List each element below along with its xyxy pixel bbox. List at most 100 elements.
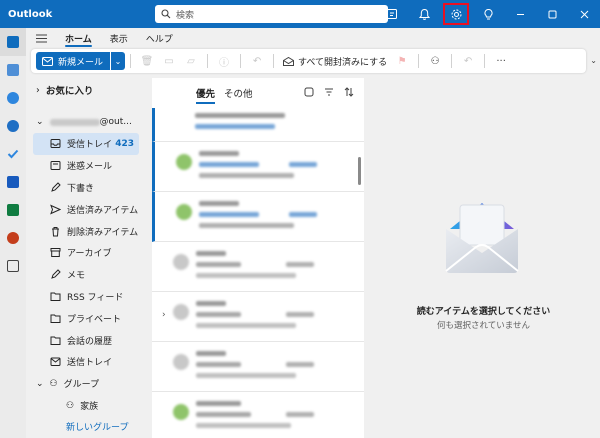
folder-private[interactable]: プライベート bbox=[26, 307, 149, 329]
divider bbox=[418, 54, 420, 68]
list-item[interactable] bbox=[152, 242, 364, 292]
divider bbox=[484, 54, 486, 68]
new-mail-label: 新規メール bbox=[58, 57, 104, 68]
scrollbar[interactable] bbox=[358, 157, 361, 185]
maximize-button[interactable] bbox=[536, 0, 568, 28]
notifications-button[interactable] bbox=[408, 0, 440, 28]
new-mail-dropdown[interactable]: ⌄ bbox=[111, 52, 126, 70]
folder-label: 送信済みアイテム bbox=[67, 205, 139, 216]
report-button[interactable]: ⓘ bbox=[213, 52, 235, 70]
word-icon bbox=[7, 176, 19, 188]
settings-button[interactable] bbox=[440, 0, 472, 28]
flag-button[interactable]: ⚑ bbox=[391, 52, 413, 70]
trash-icon: 🗑 bbox=[140, 55, 154, 67]
rail-calendar[interactable] bbox=[0, 56, 26, 84]
rail-groups[interactable] bbox=[0, 112, 26, 140]
bell-icon bbox=[418, 8, 430, 20]
new-group-link[interactable]: 新しいグループ bbox=[26, 417, 149, 437]
note-button[interactable] bbox=[376, 0, 408, 28]
minimize-button[interactable] bbox=[504, 0, 536, 28]
powerpoint-icon bbox=[7, 232, 19, 244]
ribbon-tabs: ホーム 表示 ヘルプ bbox=[26, 28, 600, 48]
chevron-down-icon[interactable]: ⌄ bbox=[590, 56, 597, 65]
folder-sent[interactable]: 送信済みアイテム bbox=[26, 198, 149, 220]
close-button[interactable] bbox=[568, 0, 600, 28]
tab-focused[interactable]: 優先 bbox=[196, 86, 216, 104]
folder-inbox[interactable]: 受信トレイ 423 bbox=[33, 133, 139, 155]
tab-home[interactable]: ホーム bbox=[56, 28, 101, 48]
app-title: Outlook bbox=[8, 8, 53, 20]
todo-icon bbox=[7, 149, 19, 159]
search-placeholder: 検索 bbox=[176, 10, 195, 21]
move-button[interactable]: ▱ bbox=[180, 52, 202, 70]
favorites-header[interactable]: › お気に入り bbox=[26, 78, 149, 102]
folder-junk[interactable]: 迷惑メール bbox=[26, 155, 149, 177]
reading-pane: 読むアイテムを選択してください 何も選択されていません bbox=[367, 78, 600, 438]
new-mail-button[interactable]: 新規メール bbox=[36, 52, 111, 70]
group-item[interactable]: ⚇ 家族 bbox=[26, 395, 149, 417]
people-button[interactable]: ⚇ bbox=[424, 52, 446, 70]
chevron-right-icon[interactable]: › bbox=[162, 310, 166, 320]
hamburger-icon bbox=[35, 34, 47, 42]
more-button[interactable]: ··· bbox=[490, 52, 512, 70]
account-header[interactable]: ⌄ @out... bbox=[26, 111, 149, 133]
people-icon: ⚇ bbox=[66, 400, 75, 411]
account-label: @out... bbox=[99, 117, 132, 127]
groups-header[interactable]: ⌄ ⚇ グループ bbox=[26, 373, 149, 395]
trash-icon bbox=[52, 226, 59, 237]
flag-icon: ⚑ bbox=[397, 55, 407, 67]
menu-button[interactable] bbox=[26, 28, 56, 48]
more-icon: ··· bbox=[496, 55, 506, 67]
folder-drafts[interactable]: 下書き bbox=[26, 177, 149, 199]
note-icon bbox=[386, 8, 397, 19]
reading-pane-title: 読むアイテムを選択してください bbox=[416, 307, 551, 317]
folder-icon bbox=[50, 314, 61, 323]
rail-powerpoint[interactable] bbox=[0, 224, 26, 252]
rail-word[interactable] bbox=[0, 168, 26, 196]
search-box[interactable]: 検索 bbox=[155, 5, 388, 23]
inbox-icon bbox=[50, 139, 61, 149]
reply-icon: ↶ bbox=[252, 55, 262, 67]
avatar bbox=[173, 404, 189, 420]
filter-icon[interactable] bbox=[324, 87, 334, 97]
delete-button[interactable]: 🗑 bbox=[136, 52, 158, 70]
rail-todo[interactable] bbox=[0, 140, 26, 168]
list-item[interactable] bbox=[152, 142, 364, 192]
folder-label: 下書き bbox=[67, 183, 95, 194]
groups-icon: ⚇ bbox=[49, 378, 58, 389]
rail-excel[interactable] bbox=[0, 196, 26, 224]
mark-all-read-button[interactable]: すべて開封済みにする bbox=[279, 55, 391, 68]
folder-deleted[interactable]: 削除済みアイテム bbox=[26, 220, 149, 242]
tab-view[interactable]: 表示 bbox=[101, 28, 137, 48]
tab-other[interactable]: その他 bbox=[224, 86, 253, 100]
folder-archive[interactable]: アーカイブ bbox=[26, 242, 149, 264]
folder-pane: › お気に入り ⌄ @out... 受信トレイ 423 迷惑メール 下書き 送信… bbox=[26, 78, 149, 438]
group-label: 家族 bbox=[80, 402, 99, 413]
chevron-right-icon: › bbox=[36, 84, 40, 96]
folder-notes[interactable]: メモ bbox=[26, 264, 149, 286]
gear-icon bbox=[451, 9, 461, 19]
list-item[interactable] bbox=[152, 108, 364, 142]
reply-button[interactable]: ↶ bbox=[246, 52, 268, 70]
folder-outbox[interactable]: 送信トレイ bbox=[26, 351, 149, 373]
folder-rss[interactable]: RSS フィード bbox=[26, 286, 149, 308]
avatar bbox=[173, 254, 189, 270]
archive-button[interactable]: ▭ bbox=[158, 52, 180, 70]
chevron-down-icon: ⌄ bbox=[36, 117, 44, 127]
undo-icon: ↶ bbox=[463, 55, 473, 67]
rail-mail[interactable] bbox=[0, 28, 26, 56]
tab-help[interactable]: ヘルプ bbox=[137, 28, 182, 48]
undo-button[interactable]: ↶ bbox=[457, 52, 479, 70]
tips-button[interactable] bbox=[472, 0, 504, 28]
rail-people[interactable] bbox=[0, 84, 26, 112]
list-item[interactable] bbox=[152, 392, 364, 438]
select-icon[interactable] bbox=[304, 87, 314, 97]
folder-conversation-history[interactable]: 会話の履歴 bbox=[26, 329, 149, 351]
apps-icon bbox=[7, 260, 19, 272]
rail-apps[interactable] bbox=[0, 252, 26, 280]
list-item[interactable] bbox=[152, 342, 364, 392]
divider bbox=[130, 54, 132, 68]
sort-icon[interactable] bbox=[344, 87, 354, 97]
list-item[interactable]: › bbox=[152, 292, 364, 342]
list-item[interactable] bbox=[152, 192, 364, 242]
